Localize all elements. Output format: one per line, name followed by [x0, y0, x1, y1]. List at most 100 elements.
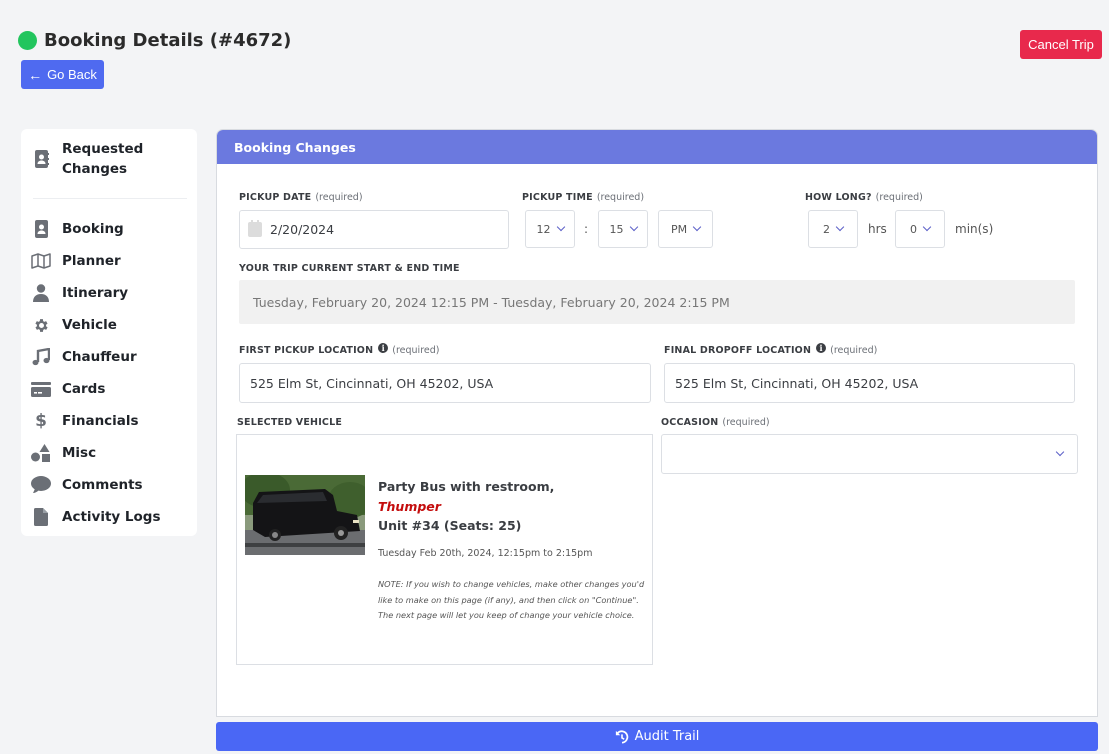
sidebar-item-chauffeur[interactable]: Chauffeur	[31, 347, 137, 367]
page-title: Booking Details (#4672)	[44, 30, 292, 51]
sidebar-item-misc[interactable]: Misc	[31, 443, 96, 463]
pickup-date-value: 2/20/2024	[270, 222, 335, 237]
vehicle-name: Party Bus with restroom, Thumper Unit #3…	[378, 477, 554, 536]
label-text: HOW LONG?	[805, 192, 872, 203]
gear-icon	[31, 315, 51, 335]
vehicle-image	[245, 475, 365, 555]
sidebar-item-label: Requested Changes	[62, 141, 144, 177]
chevron-down-icon	[692, 222, 702, 232]
chevron-down-icon	[922, 222, 932, 232]
pickup-ampm-select[interactable]: PM	[658, 210, 713, 248]
audit-trail-label: Audit Trail	[634, 729, 700, 744]
sidebar-item-label: Planner	[62, 253, 121, 269]
sidebar-item-vehicle[interactable]: Vehicle	[31, 315, 117, 335]
vehicle-type: Party Bus with restroom,	[378, 479, 555, 494]
sidebar-item-financials[interactable]: $ Financials	[31, 411, 139, 431]
sidebar-item-planner[interactable]: Planner	[31, 251, 121, 271]
address-book-icon	[31, 149, 51, 169]
file-icon	[31, 507, 51, 527]
page-header: Booking Details (#4672)	[18, 30, 291, 51]
arrow-left-icon: ←	[28, 66, 43, 83]
audit-trail-button[interactable]: Audit Trail	[216, 722, 1098, 751]
select-value: 0	[910, 222, 917, 236]
sidebar-item-requested-changes[interactable]: Requested Changes	[31, 139, 152, 179]
sidebar-item-label: Booking	[62, 221, 124, 237]
vehicle-time: Tuesday Feb 20th, 2024, 12:15pm to 2:15p…	[378, 548, 593, 559]
vehicle-unit: Unit #34 (Seats: 25)	[378, 518, 522, 533]
pickup-date-label: PICKUP DATE (required)	[239, 192, 363, 203]
duration-minutes-select[interactable]: 0	[895, 210, 945, 248]
info-icon[interactable]: i	[378, 342, 389, 353]
label-text: FINAL DROPOFF LOCATION	[664, 345, 812, 356]
sidebar-item-cards[interactable]: Cards	[31, 379, 105, 399]
trip-time-label: YOUR TRIP CURRENT START & END TIME	[239, 263, 460, 274]
user-icon	[31, 283, 51, 303]
status-indicator	[18, 31, 37, 50]
cancel-trip-button[interactable]: Cancel Trip	[1020, 30, 1102, 59]
select-value: 12	[536, 222, 551, 236]
calendar-icon	[248, 220, 262, 237]
info-icon[interactable]: i	[816, 342, 827, 353]
credit-card-icon	[31, 379, 51, 399]
go-back-label: Go Back	[47, 67, 97, 82]
required-hint: (required)	[875, 192, 923, 203]
pickup-time-label: PICKUP TIME (required)	[522, 192, 644, 203]
occasion-label: OCCASION (required)	[661, 417, 770, 428]
label-text: OCCASION	[661, 417, 719, 428]
sidebar-item-label: Vehicle	[62, 317, 117, 333]
chevron-down-icon	[556, 222, 565, 232]
how-long-label: HOW LONG? (required)	[805, 192, 923, 203]
select-value: PM	[670, 222, 688, 236]
sidebar-item-label: Activity Logs	[62, 509, 161, 525]
sidebar-item-label: Itinerary	[62, 285, 129, 301]
history-icon	[615, 730, 628, 744]
sidebar-item-label: Financials	[62, 413, 139, 429]
required-hint: (required)	[596, 192, 645, 203]
trip-time-display: Tuesday, February 20, 2024 12:15 PM - Tu…	[239, 280, 1075, 324]
select-value: 2	[823, 222, 830, 236]
selected-vehicle-card: Party Bus with restroom, Thumper Unit #3…	[236, 434, 653, 665]
sidebar-item-label: Misc	[62, 445, 97, 461]
sidebar-item-comments[interactable]: Comments	[31, 475, 143, 495]
booking-changes-card: Booking Changes PICKUP DATE (required) 2…	[216, 129, 1098, 717]
chevron-down-icon	[835, 222, 845, 232]
minutes-unit: min(s)	[955, 222, 994, 236]
final-dropoff-label: FINAL DROPOFF LOCATION i (required)	[664, 342, 877, 356]
time-separator: :	[584, 222, 589, 236]
label-text: PICKUP TIME	[522, 192, 593, 203]
pickup-hour-select[interactable]: 12	[525, 210, 575, 248]
sidebar-item-label: Comments	[62, 477, 143, 493]
sidebar-item-activity-logs[interactable]: Activity Logs	[31, 507, 161, 527]
sidebar-item-booking[interactable]: Booking	[31, 219, 124, 239]
sidebar-item-label: Cards	[62, 381, 106, 397]
duration-hours-select[interactable]: 2	[808, 210, 858, 248]
occasion-select[interactable]	[661, 434, 1078, 474]
selected-vehicle-label: SELECTED VEHICLE	[237, 417, 343, 428]
sidebar-item-label: Chauffeur	[62, 349, 137, 365]
shapes-icon	[31, 443, 51, 463]
sidebar-divider	[33, 198, 187, 199]
hours-unit: hrs	[868, 222, 887, 236]
go-back-button[interactable]: ← Go Back	[21, 60, 104, 89]
vehicle-nickname: Thumper	[378, 498, 441, 514]
chevron-down-icon	[629, 222, 638, 232]
chevron-down-icon	[1055, 447, 1065, 457]
final-dropoff-input[interactable]: 525 Elm St, Cincinnati, OH 45202, USA	[664, 363, 1075, 403]
dollar-icon: $	[35, 411, 47, 431]
first-pickup-label: FIRST PICKUP LOCATION i (required)	[239, 342, 440, 356]
label-text: PICKUP DATE	[239, 192, 312, 203]
card-title: Booking Changes	[217, 130, 1097, 164]
music-icon	[31, 347, 51, 367]
vehicle-note: NOTE: If you wish to change vehicles, ma…	[378, 579, 645, 620]
required-hint: (required)	[722, 417, 770, 428]
map-icon	[31, 251, 51, 271]
address-book-icon	[31, 219, 51, 239]
sidebar-item-itinerary[interactable]: Itinerary	[31, 283, 128, 303]
first-pickup-input[interactable]: 525 Elm St, Cincinnati, OH 45202, USA	[239, 363, 651, 403]
pickup-minute-select[interactable]: 15	[598, 210, 648, 248]
required-hint: (required)	[392, 345, 440, 356]
pickup-date-input[interactable]: 2/20/2024	[239, 210, 509, 249]
label-text: FIRST PICKUP LOCATION	[239, 345, 374, 356]
comment-icon	[31, 475, 51, 495]
required-hint: (required)	[315, 192, 363, 203]
